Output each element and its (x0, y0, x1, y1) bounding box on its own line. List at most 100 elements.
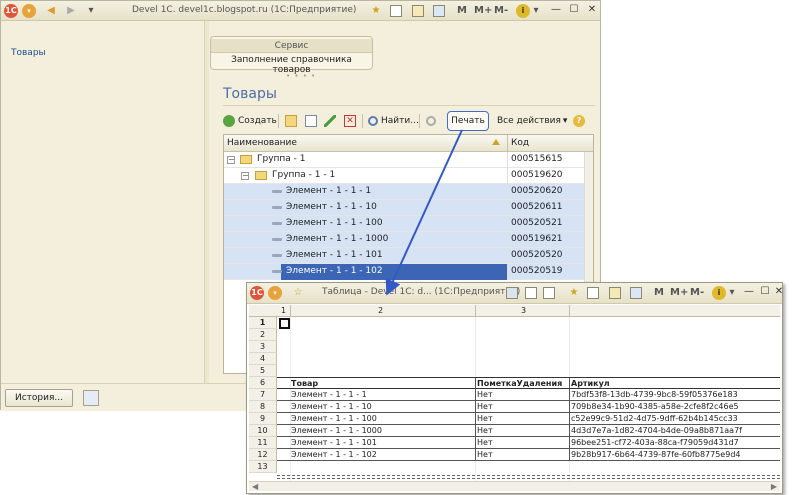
report-cell-article: 709b8e34-1b90-4385-a58e-2cfe8f2c46e5 (571, 402, 739, 411)
forward-arrow-icon[interactable]: ▶ (65, 3, 77, 19)
table-row[interactable]: − Группа - 1 000515615 (224, 152, 584, 168)
info-dropdown-icon[interactable]: ▾ (532, 3, 540, 19)
find-button[interactable]: Найти... (368, 113, 419, 129)
memory-mplus-button[interactable]: M+ (670, 287, 688, 298)
table-row[interactable]: Элемент - 1 - 1 - 1 000520620 (224, 184, 584, 200)
calendar-icon[interactable] (433, 5, 445, 17)
print-icon[interactable] (525, 287, 537, 299)
column-divider (507, 200, 508, 216)
help-icon: ? (573, 115, 585, 127)
row-number: 6 (249, 377, 277, 389)
report-row: Элемент - 1 - 1 - 101 Нет 96bee251-cf72-… (277, 437, 780, 449)
row-name: Элемент - 1 - 1 - 100 (286, 218, 383, 228)
table-row[interactable]: − Группа - 1 - 1 000519620 (224, 168, 584, 184)
column-divider (475, 449, 476, 461)
row-code: 000520519 (511, 266, 563, 276)
row-name: Элемент - 1 - 1 - 102 (286, 266, 383, 276)
column-header-code[interactable]: Код (511, 138, 529, 148)
toolbar-divider (278, 114, 279, 128)
all-actions-label: Все действия (497, 116, 561, 126)
favorite-star-icon[interactable]: ★ (369, 3, 383, 19)
row-number: 8 (249, 401, 277, 413)
calculator-icon[interactable] (412, 5, 424, 17)
close-icon[interactable]: ✕ (772, 286, 786, 297)
report-cell-mark: Нет (477, 426, 493, 435)
delete-button[interactable]: ✕ (344, 113, 356, 129)
folder-icon (240, 155, 252, 164)
collapse-toggle-icon[interactable]: − (227, 156, 235, 164)
panel-splitter[interactable] (204, 21, 209, 383)
scroll-right-icon[interactable]: ▶ (771, 482, 777, 492)
report-cell-mark: Нет (477, 450, 493, 459)
info-dropdown-icon[interactable]: ▾ (728, 285, 736, 301)
edit-button[interactable] (324, 113, 336, 129)
back-arrow-icon[interactable]: ◀ (45, 3, 57, 19)
windows-list-icon[interactable] (83, 390, 99, 406)
close-icon[interactable]: ✕ (585, 4, 599, 15)
preview-icon[interactable] (543, 287, 555, 299)
table-row[interactable]: Элемент - 1 - 1 - 100 000520521 (224, 216, 584, 232)
horizontal-scrollbar[interactable]: ◀ ▶ (249, 481, 780, 491)
memory-m-button[interactable]: M (654, 287, 664, 298)
1c-logo-icon[interactable]: 1C (250, 286, 264, 300)
memory-mminus-button[interactable]: M- (690, 287, 704, 298)
column-divider (475, 437, 476, 449)
collapse-toggle-icon[interactable]: − (241, 172, 249, 180)
memory-m-button[interactable]: M (457, 5, 467, 16)
history-dropdown-icon[interactable]: ▾ (85, 3, 97, 19)
memory-mminus-button[interactable]: M- (494, 5, 508, 16)
report-row: Элемент - 1 - 1 - 1 Нет 7bdf53f8-13db-47… (277, 389, 780, 401)
cancel-search-button[interactable] (426, 113, 436, 129)
document-icon[interactable] (587, 287, 599, 299)
report-cell-article: 96bee251-cf72-403a-88ca-f79059d431d7 (571, 438, 739, 447)
minimize-icon[interactable]: — (742, 286, 756, 297)
column-header-name[interactable]: Наименование (227, 138, 297, 148)
document-icon[interactable] (390, 5, 402, 17)
column-divider (507, 264, 508, 280)
table-row[interactable]: Элемент - 1 - 1 - 1000 000519621 (224, 232, 584, 248)
memory-mplus-button[interactable]: M+ (474, 5, 492, 16)
table-row[interactable]: Элемент - 1 - 1 - 101 000520520 (224, 248, 584, 264)
row-name: Элемент - 1 - 1 - 10 (286, 202, 377, 212)
1c-logo-icon[interactable]: 1C (4, 4, 18, 18)
title-divider (223, 105, 595, 106)
calendar-icon[interactable] (630, 287, 642, 299)
save-icon[interactable] (506, 287, 518, 299)
item-icon (272, 238, 282, 241)
main-menu-icon[interactable]: ▾ (268, 286, 282, 300)
history-button[interactable]: История... (5, 389, 73, 407)
spreadsheet-document[interactable]: 1 2 3 1 2 3 4 5 6 7 8 9 10 11 12 13 Това… (249, 305, 780, 481)
report-cell-product: Элемент - 1 - 1 - 102 (291, 450, 377, 459)
create-button[interactable]: Создать (223, 113, 277, 129)
maximize-icon[interactable]: ☐ (567, 4, 581, 15)
scroll-left-icon[interactable]: ◀ (252, 482, 258, 492)
column-divider (475, 389, 476, 401)
favorite-star-icon[interactable]: ☆ (291, 285, 305, 301)
info-icon[interactable]: i (712, 286, 726, 300)
row-code: 000519620 (511, 170, 563, 180)
table-row[interactable]: Элемент - 1 - 1 - 10 000520611 (224, 200, 584, 216)
report-cell-product: Элемент - 1 - 1 - 10 (291, 402, 372, 411)
main-menu-icon[interactable]: ▾ (22, 4, 36, 18)
calculator-icon[interactable] (609, 287, 621, 299)
minimize-icon[interactable]: — (549, 4, 563, 15)
print-button[interactable]: Печать (447, 111, 489, 131)
info-icon[interactable]: i (516, 4, 530, 18)
search-cancel-icon (426, 116, 436, 126)
sidebar-item-products[interactable]: Товары (11, 48, 46, 58)
column-divider (507, 152, 508, 168)
table-row-current[interactable]: Элемент - 1 - 1 - 102 000520519 (224, 264, 584, 280)
active-cell[interactable] (279, 318, 290, 329)
favorite-star-icon[interactable]: ★ (567, 285, 581, 301)
main-titlebar: 1C ▾ ◀ ▶ ▾ Devel 1C. devel1c.blogspot.ru… (1, 1, 600, 21)
column-divider (290, 305, 291, 317)
row-number: 5 (249, 365, 277, 377)
copy-button[interactable] (305, 113, 317, 129)
all-actions-menu[interactable]: Все действия ▾ (497, 113, 567, 129)
help-button[interactable]: ? (573, 113, 585, 129)
maximize-icon[interactable]: ☐ (758, 286, 772, 297)
report-cell-product: Элемент - 1 - 1 - 101 (291, 438, 377, 447)
create-folder-button[interactable] (285, 113, 297, 129)
row-name: Элемент - 1 - 1 - 101 (286, 250, 383, 260)
column-divider (507, 216, 508, 232)
